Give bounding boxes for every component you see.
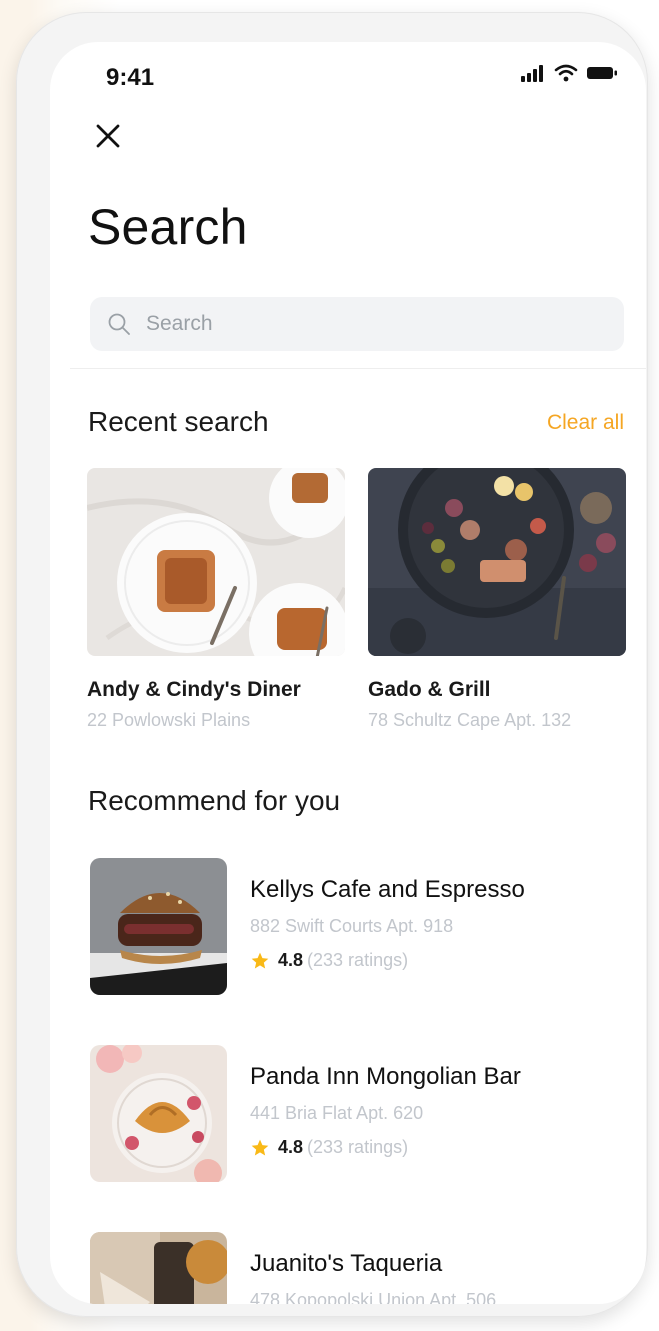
recommend-title: Recommend for you — [88, 785, 341, 816]
restaurant-name: Juanito's Taqueria — [250, 1250, 443, 1277]
recent-card[interactable]: Andy & Cindy's Diner 22 Powlowski Plains — [87, 468, 345, 731]
recent-image-diner — [87, 468, 345, 656]
list-item[interactable]: Kellys Cafe and Espresso 882 Swift Court… — [90, 858, 630, 998]
recent-card[interactable]: Gado & Grill 78 Schultz Cape Apt. 132 — [368, 468, 626, 731]
list-item[interactable]: Panda Inn Mongolian Bar 441 Bria Flat Ap… — [90, 1045, 630, 1185]
restaurant-name: Panda Inn Mongolian Bar — [250, 1063, 521, 1090]
rating: 4.8 (233 ratings) — [250, 1137, 408, 1158]
phone-frame: 9:41 Search Search Recent search Clear a… — [16, 12, 648, 1317]
close-icon — [95, 123, 121, 154]
rating-count: (233 ratings) — [307, 950, 409, 970]
recent-address: 22 Powlowski Plains — [87, 710, 251, 730]
restaurant-name: Kellys Cafe and Espresso — [250, 876, 525, 903]
list-item[interactable]: Juanito's Taqueria 478 Kopopolski Union … — [90, 1232, 630, 1304]
recent-image-grill — [368, 468, 626, 656]
signal-icon — [520, 64, 546, 87]
recent-address: 78 Schultz Cape Apt. 132 — [368, 710, 572, 730]
restaurant-address: 882 Swift Courts Apt. 918 — [250, 916, 454, 936]
page-title: Search — [88, 199, 248, 255]
status-icons — [520, 64, 618, 87]
restaurant-address: 441 Bria Flat Apt. 620 — [250, 1103, 424, 1123]
star-icon — [250, 1138, 270, 1158]
close-button[interactable] — [90, 120, 126, 156]
divider — [70, 368, 646, 369]
rating-score: 4.8 — [278, 950, 304, 970]
recent-name: Gado & Grill — [368, 678, 491, 701]
rating-score: 4.8 — [278, 1137, 304, 1157]
recommend-image-burger — [90, 858, 227, 995]
star-icon — [250, 951, 270, 971]
recent-name: Andy & Cindy's Diner — [87, 678, 301, 701]
search-icon — [106, 311, 132, 337]
app-screen: 9:41 Search Search Recent search Clear a… — [50, 42, 646, 1304]
battery-icon — [586, 65, 618, 86]
clear-all-link[interactable]: Clear all — [547, 411, 624, 435]
search-box[interactable] — [90, 297, 624, 351]
rating: 4.8 (233 ratings) — [250, 950, 408, 971]
search-input[interactable] — [144, 311, 588, 337]
rating-count: (233 ratings) — [307, 1137, 409, 1157]
recommend-image-taqueria — [90, 1232, 227, 1304]
restaurant-address: 478 Kopopolski Union Apt. 506 — [250, 1290, 497, 1304]
recommend-image-croissant — [90, 1045, 227, 1182]
wifi-icon — [554, 64, 578, 87]
status-time: 9:41 — [106, 64, 155, 91]
recent-search-title: Recent search — [88, 406, 269, 437]
